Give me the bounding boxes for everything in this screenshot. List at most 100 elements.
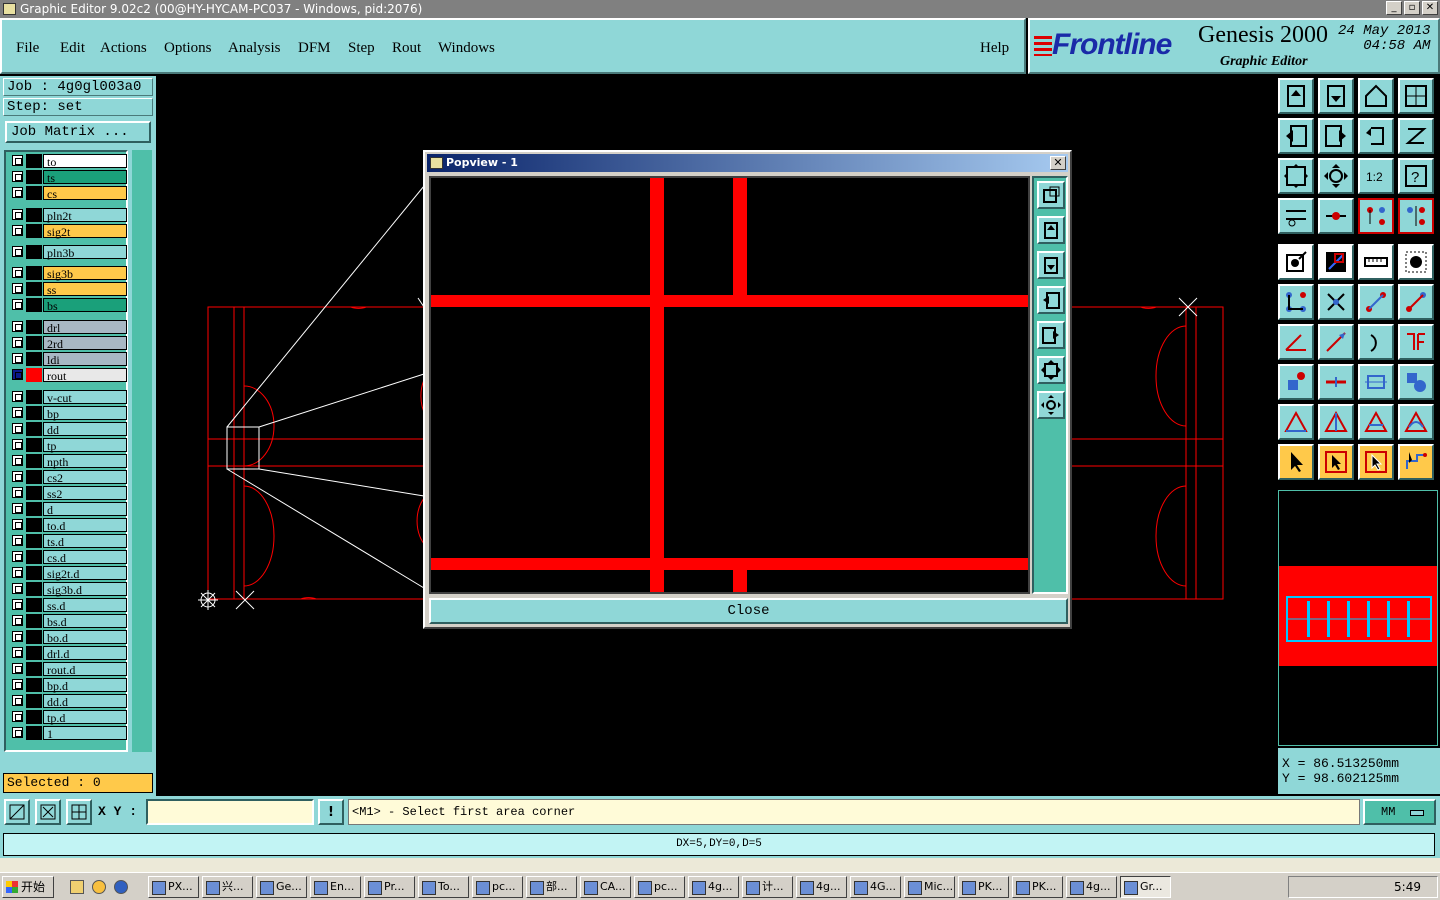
layer-row[interactable]: cs2: [9, 470, 127, 485]
menu-analysis[interactable]: Analysis: [228, 40, 281, 57]
page-down-button[interactable]: [1318, 78, 1354, 114]
taskbar-button[interactable]: Ge...: [256, 876, 307, 898]
layer-checkbox[interactable]: [12, 369, 23, 380]
layer-row[interactable]: rout: [9, 368, 127, 383]
layer-checkbox[interactable]: [12, 283, 23, 294]
menu-rout[interactable]: Rout: [392, 40, 421, 57]
pad-button[interactable]: [1398, 244, 1434, 280]
taskbar-button[interactable]: CA...: [580, 876, 631, 898]
taskbar-button[interactable]: PK...: [958, 876, 1009, 898]
layer-checkbox[interactable]: [12, 407, 23, 418]
layer-row[interactable]: to.d: [9, 518, 127, 533]
popview-zoom-fit-button[interactable]: [1037, 356, 1065, 384]
layer-row[interactable]: drl.d: [9, 646, 127, 661]
menu-file[interactable]: File: [16, 40, 39, 57]
layer-checkbox[interactable]: [12, 567, 23, 578]
layer-name[interactable]: ss.d: [43, 598, 127, 613]
popview-pan-left-button[interactable]: [1037, 286, 1065, 314]
layer-row[interactable]: dd.d: [9, 694, 127, 709]
pan-right-button[interactable]: [1318, 118, 1354, 154]
quicklaunch-icon-1[interactable]: [70, 880, 84, 894]
layer-checkbox[interactable]: [12, 209, 23, 220]
layer-name[interactable]: bp: [43, 406, 127, 421]
layer-row[interactable]: d: [9, 502, 127, 517]
delete-node-button[interactable]: [1318, 284, 1354, 320]
taskbar-button[interactable]: 计...: [742, 876, 793, 898]
layer-checkbox[interactable]: [12, 647, 23, 658]
layer-name[interactable]: bo.d: [43, 630, 127, 645]
layer-row[interactable]: bo.d: [9, 630, 127, 645]
pointer-select-button[interactable]: [1358, 444, 1394, 480]
copy-feature-button[interactable]: [1278, 364, 1314, 400]
triangle-split-button[interactable]: [1318, 404, 1354, 440]
taskbar-button[interactable]: PX...: [148, 876, 199, 898]
minimize-button[interactable]: _: [1386, 1, 1402, 15]
layer-name[interactable]: 1: [43, 726, 127, 741]
scale-one-to-two-button[interactable]: 1:2: [1358, 158, 1394, 194]
layer-name[interactable]: cs.d: [43, 550, 127, 565]
layer-checkbox[interactable]: [12, 679, 23, 690]
layer-name[interactable]: v-cut: [43, 390, 127, 405]
layer-checkbox[interactable]: [12, 455, 23, 466]
layer-checkbox[interactable]: [12, 471, 23, 482]
layer-name[interactable]: ss: [43, 282, 127, 297]
menu-actions[interactable]: Actions: [100, 40, 147, 57]
layer-row[interactable]: ss: [9, 282, 127, 297]
popview-canvas[interactable]: [429, 176, 1030, 594]
layer-row[interactable]: cs.d: [9, 550, 127, 565]
close-window-button[interactable]: ✕: [1422, 1, 1438, 15]
layer-name[interactable]: pln2t: [43, 208, 127, 223]
layer-name[interactable]: drl: [43, 320, 127, 335]
layer-name[interactable]: ldi: [43, 352, 127, 367]
layer-checkbox[interactable]: [12, 439, 23, 450]
layer-row[interactable]: dd: [9, 422, 127, 437]
quicklaunch-icon-2[interactable]: [92, 880, 106, 894]
triangle-outline-button[interactable]: [1278, 404, 1314, 440]
layer-checkbox[interactable]: [12, 711, 23, 722]
layer-checkbox[interactable]: [12, 599, 23, 610]
layer-name[interactable]: npth: [43, 454, 127, 469]
popview-zoom-center-button[interactable]: [1037, 391, 1065, 419]
layer-name[interactable]: rout.d: [43, 662, 127, 677]
menu-step[interactable]: Step: [348, 40, 375, 57]
layer-list-scrollbar[interactable]: [132, 150, 152, 752]
layer-row[interactable]: ts.d: [9, 534, 127, 549]
layer-checkbox[interactable]: [12, 583, 23, 594]
angle-button[interactable]: [1278, 324, 1314, 360]
layer-checkbox[interactable]: [12, 727, 23, 738]
layer-checkbox[interactable]: [12, 391, 23, 402]
layer-checkbox[interactable]: [12, 299, 23, 310]
move-node-button[interactable]: [1358, 284, 1394, 320]
layer-row[interactable]: tp.d: [9, 710, 127, 725]
layer-checkbox[interactable]: [12, 423, 23, 434]
layer-checkbox[interactable]: [12, 353, 23, 364]
menu-dfm[interactable]: DFM: [298, 40, 331, 57]
layer-checkbox[interactable]: [12, 615, 23, 626]
rotate-button[interactable]: [1358, 118, 1394, 154]
line-draw-button[interactable]: [1318, 324, 1354, 360]
popview-pan-right-button[interactable]: [1037, 321, 1065, 349]
layer-checkbox[interactable]: [12, 267, 23, 278]
layer-row[interactable]: ts: [9, 170, 127, 185]
quicklaunch-icon-3[interactable]: [114, 880, 128, 894]
page-up-button[interactable]: [1278, 78, 1314, 114]
triangle-fill-button[interactable]: [1358, 404, 1394, 440]
settings-slider-button[interactable]: [1278, 198, 1314, 234]
layer-checkbox[interactable]: [12, 695, 23, 706]
layer-name[interactable]: pln3b: [43, 245, 127, 260]
popview-close-button[interactable]: Close: [429, 598, 1068, 624]
taskbar-button[interactable]: pc...: [634, 876, 685, 898]
layer-name[interactable]: bp.d: [43, 678, 127, 693]
help-button[interactable]: ?: [1398, 158, 1434, 194]
mirror-flip-button[interactable]: [1398, 324, 1434, 360]
popview-page-up-button[interactable]: [1037, 216, 1065, 244]
snap-button[interactable]: [35, 799, 61, 825]
layer-checkbox[interactable]: [12, 337, 23, 348]
layer-checkbox[interactable]: [12, 246, 23, 257]
triangle-arc-button[interactable]: [1398, 404, 1434, 440]
layer-checkbox[interactable]: [12, 631, 23, 642]
menu-windows[interactable]: Windows: [438, 40, 495, 57]
layer-row[interactable]: 1: [9, 726, 127, 741]
layer-checkbox[interactable]: [12, 519, 23, 530]
zoom-center-button[interactable]: [1318, 158, 1354, 194]
